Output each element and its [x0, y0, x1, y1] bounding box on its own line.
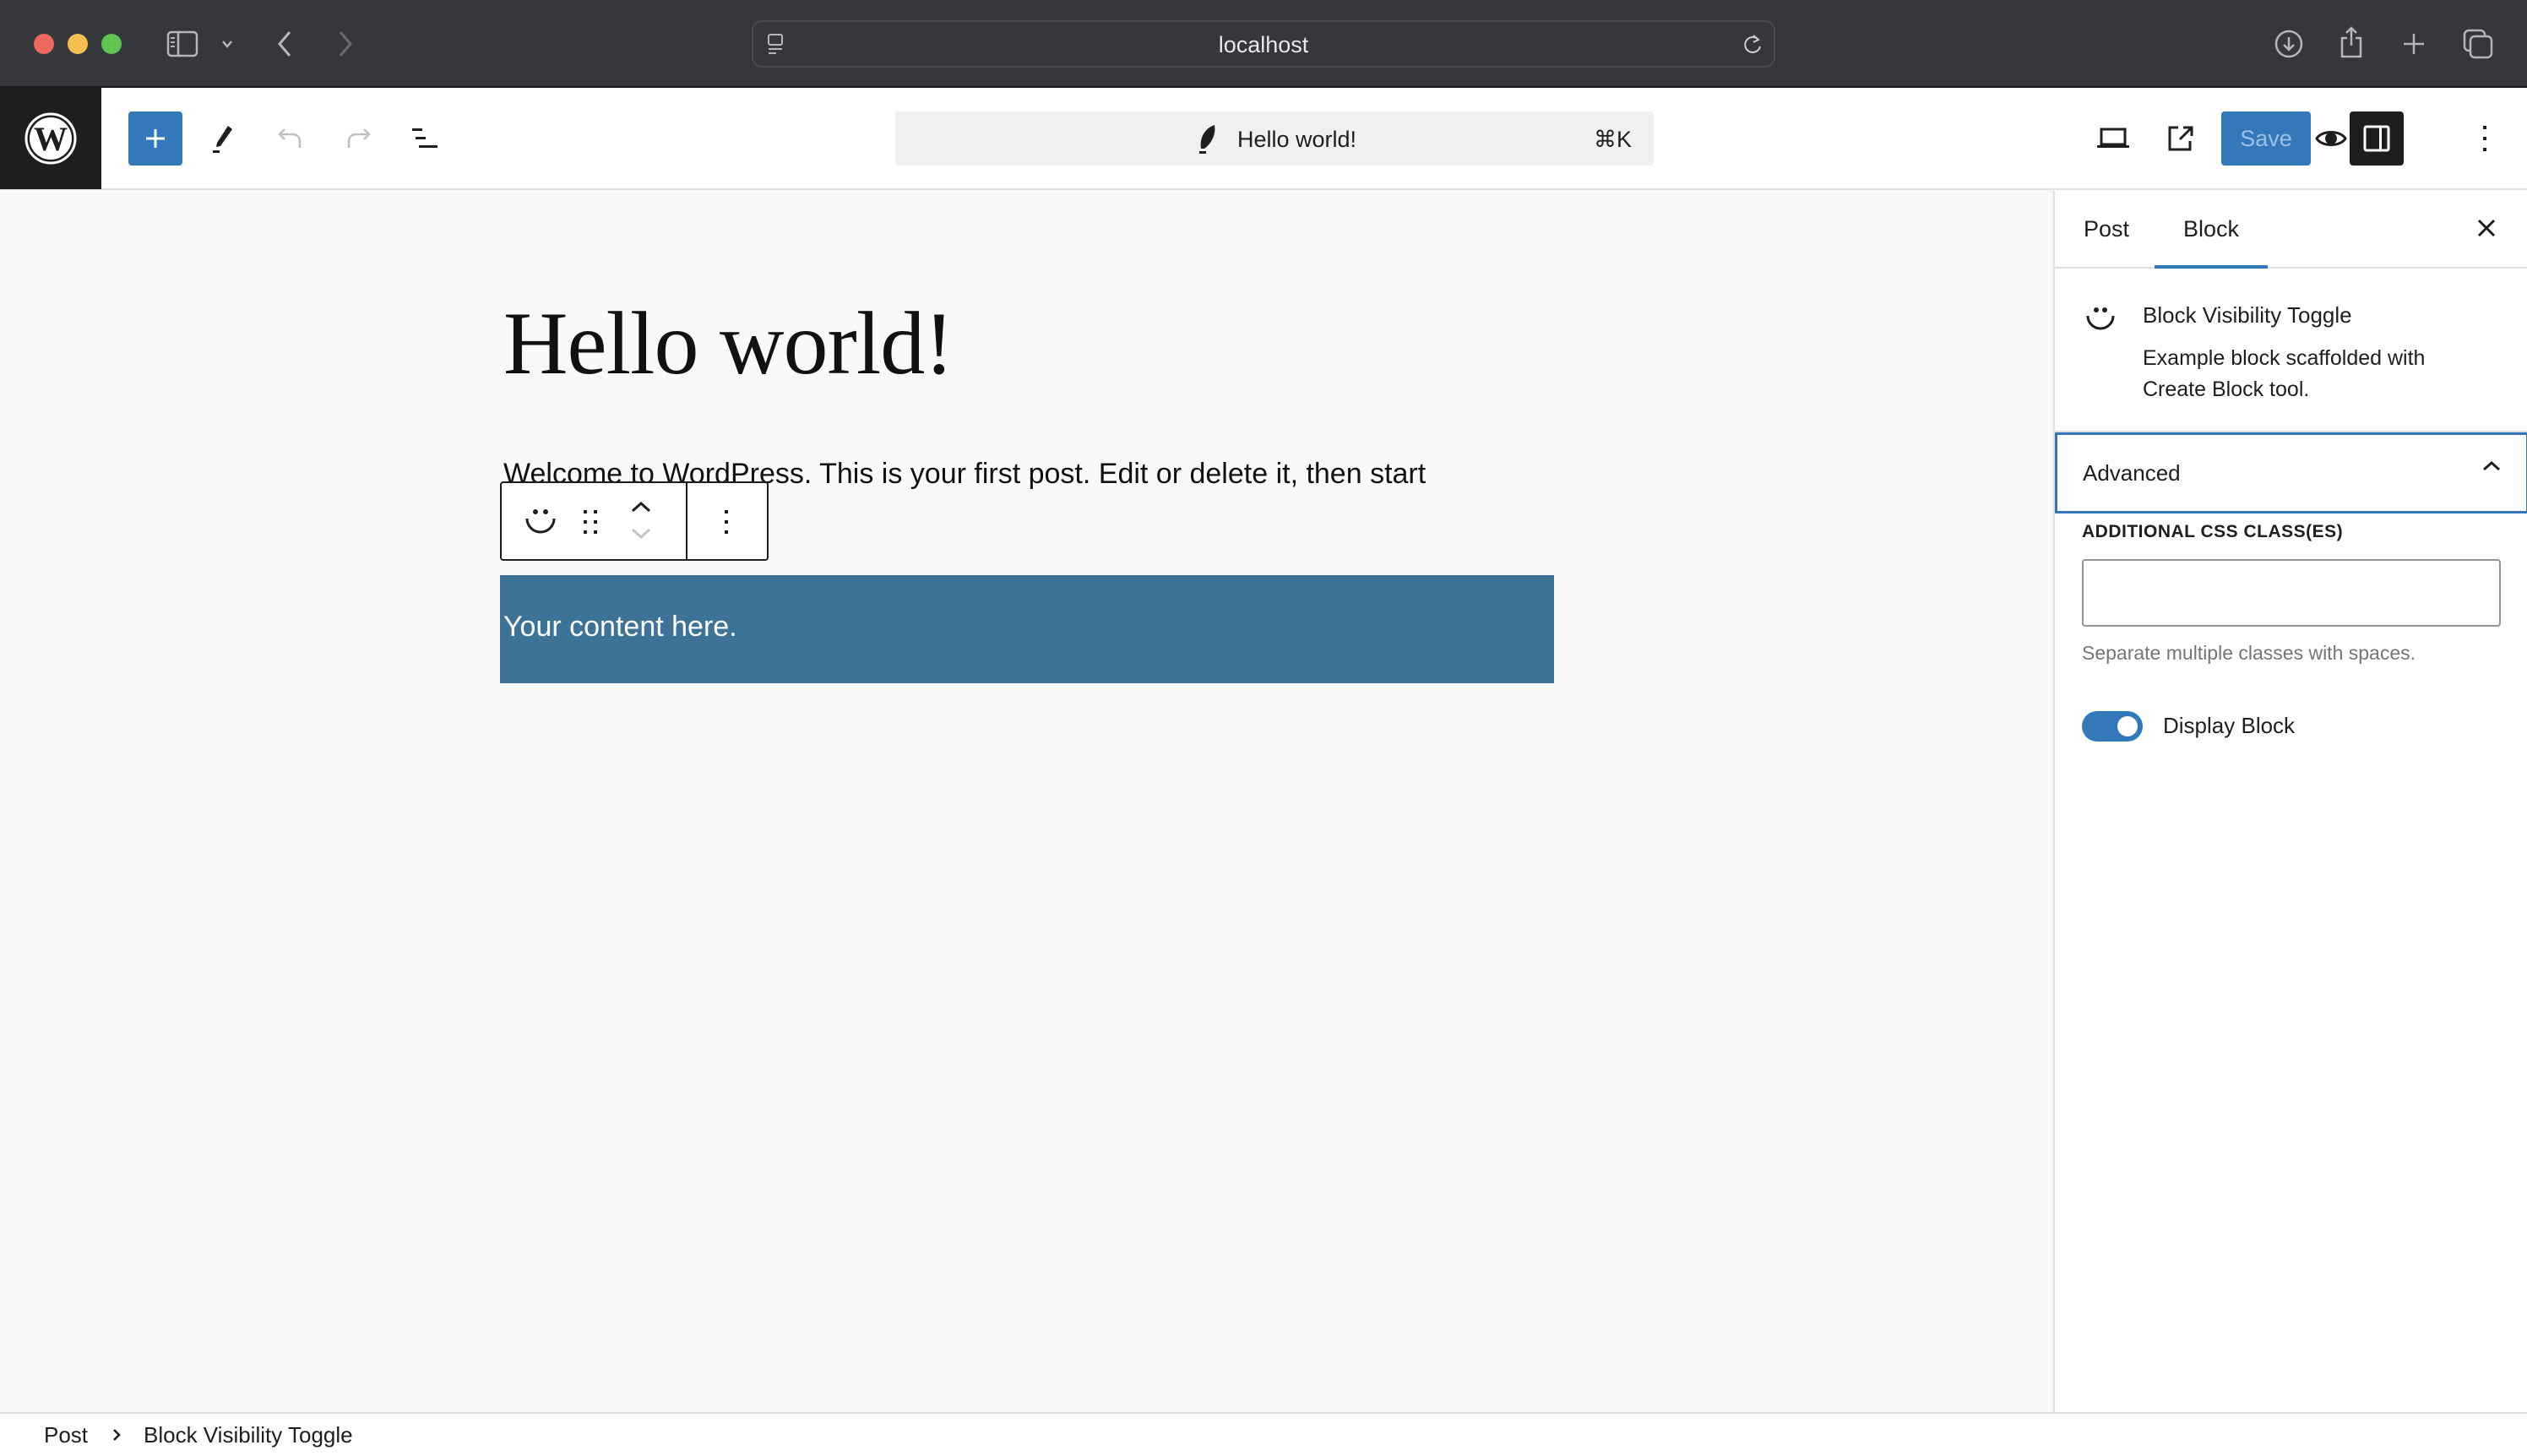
sidebar-icon	[2363, 125, 2390, 152]
wordpress-logo-button[interactable]: W	[0, 88, 101, 189]
smiley-icon	[2086, 307, 2115, 330]
chevron-up-icon	[2481, 459, 2503, 478]
eye-icon	[2315, 131, 2347, 146]
toggle-knob	[2117, 716, 2138, 736]
active-tab-indicator	[2155, 265, 2268, 269]
block-card-description: Example block scaffolded with Create Blo…	[2143, 346, 2426, 401]
external-link-icon	[2168, 126, 2193, 151]
display-block-toggle[interactable]	[2082, 711, 2143, 742]
new-tab-icon[interactable]	[2399, 29, 2429, 59]
address-bar[interactable]: localhost	[752, 20, 1775, 68]
chevron-up-icon	[631, 501, 651, 513]
browser-chrome: localhost	[0, 0, 2527, 88]
advanced-panel-title: Advanced	[2083, 460, 2181, 486]
tools-button[interactable]	[203, 111, 243, 166]
redo-icon	[347, 128, 371, 148]
plus-icon	[146, 129, 165, 148]
close-icon	[2477, 219, 2496, 237]
command-palette-button[interactable]: Hello world! ⌘K	[895, 111, 1654, 166]
post-title[interactable]: Hello world!	[503, 292, 954, 395]
downloads-icon[interactable]	[2272, 27, 2306, 61]
undo-icon	[278, 128, 302, 148]
undo-button[interactable]	[270, 111, 311, 166]
more-vertical-icon	[2483, 126, 2486, 151]
display-block-label: Display Block	[2163, 713, 2296, 738]
maximize-window-button[interactable]	[101, 34, 122, 54]
url-text[interactable]: localhost	[753, 32, 1774, 58]
smiley-icon	[525, 509, 556, 534]
css-classes-help: Separate multiple classes with spaces.	[2082, 642, 2416, 664]
move-down-button[interactable]	[630, 527, 652, 545]
chevron-right-icon	[111, 1427, 122, 1447]
settings-sidebar: Post Block Block Visibility Toggle Examp…	[2053, 191, 2527, 1412]
document-title: Hello world!	[1237, 127, 1357, 152]
minimize-window-button[interactable]	[68, 34, 88, 54]
device-preview-button[interactable]	[2091, 111, 2135, 166]
block-options-button[interactable]	[723, 508, 730, 540]
block-toolbar	[500, 481, 769, 561]
view-post-button[interactable]	[2159, 111, 2203, 166]
move-up-button[interactable]	[630, 500, 652, 518]
block-content-text: Your content here.	[503, 611, 737, 643]
breadcrumb: Post Block Visibility Toggle	[0, 1412, 2527, 1456]
css-classes-label: ADDITIONAL CSS CLASS(ES)	[2082, 522, 2344, 541]
block-type-button[interactable]	[524, 507, 557, 541]
visibility-toggle-block[interactable]: Your content here.	[500, 575, 1554, 683]
tab-post[interactable]: Post	[2084, 216, 2129, 242]
svg-text:W: W	[34, 120, 68, 158]
back-icon[interactable]	[272, 27, 297, 61]
editor-toolbar: W Hello world! ⌘K Save	[0, 88, 2527, 190]
sidebar-tabs: Post Block	[2055, 191, 2527, 269]
close-window-button[interactable]	[34, 34, 54, 54]
feather-icon	[1199, 125, 1215, 154]
css-classes-input[interactable]	[2082, 559, 2501, 627]
editor-canvas: Hello world! Welcome to WordPress. This …	[0, 191, 2053, 1412]
options-menu-button[interactable]	[2466, 111, 2503, 166]
shortcut-hint: ⌘K	[1593, 127, 1632, 152]
tab-overview-icon[interactable]	[2461, 27, 2495, 61]
sidebar-toggle-icon[interactable]	[166, 29, 199, 59]
wordpress-icon: W	[24, 112, 77, 165]
pencil-icon	[213, 126, 232, 153]
breadcrumb-item-block[interactable]: Block Visibility Toggle	[144, 1422, 353, 1448]
block-icon	[2085, 306, 2116, 337]
preview-button[interactable]	[2309, 111, 2353, 166]
drag-icon	[584, 510, 597, 534]
tab-block[interactable]: Block	[2183, 216, 2239, 242]
add-block-button[interactable]	[128, 111, 182, 166]
more-vertical-icon	[725, 510, 728, 534]
chevron-down-icon[interactable]	[218, 32, 236, 56]
breadcrumb-item-post[interactable]: Post	[44, 1422, 88, 1448]
settings-sidebar-toggle[interactable]	[2350, 111, 2404, 166]
drag-handle[interactable]	[581, 508, 601, 540]
toolbar-divider	[686, 483, 687, 559]
chevron-down-icon	[631, 528, 651, 540]
document-overview-button[interactable]	[405, 111, 446, 166]
laptop-icon	[2097, 128, 2129, 148]
reload-icon[interactable]	[1740, 32, 1765, 57]
save-button[interactable]: Save	[2221, 111, 2311, 166]
forward-icon[interactable]	[333, 27, 358, 61]
advanced-panel-toggle[interactable]: Advanced	[2055, 432, 2527, 513]
share-icon[interactable]	[2336, 24, 2367, 61]
close-sidebar-button[interactable]	[2471, 213, 2502, 243]
redo-button[interactable]	[338, 111, 378, 166]
block-card-title: Block Visibility Toggle	[2143, 302, 2352, 328]
list-view-icon	[412, 128, 437, 148]
